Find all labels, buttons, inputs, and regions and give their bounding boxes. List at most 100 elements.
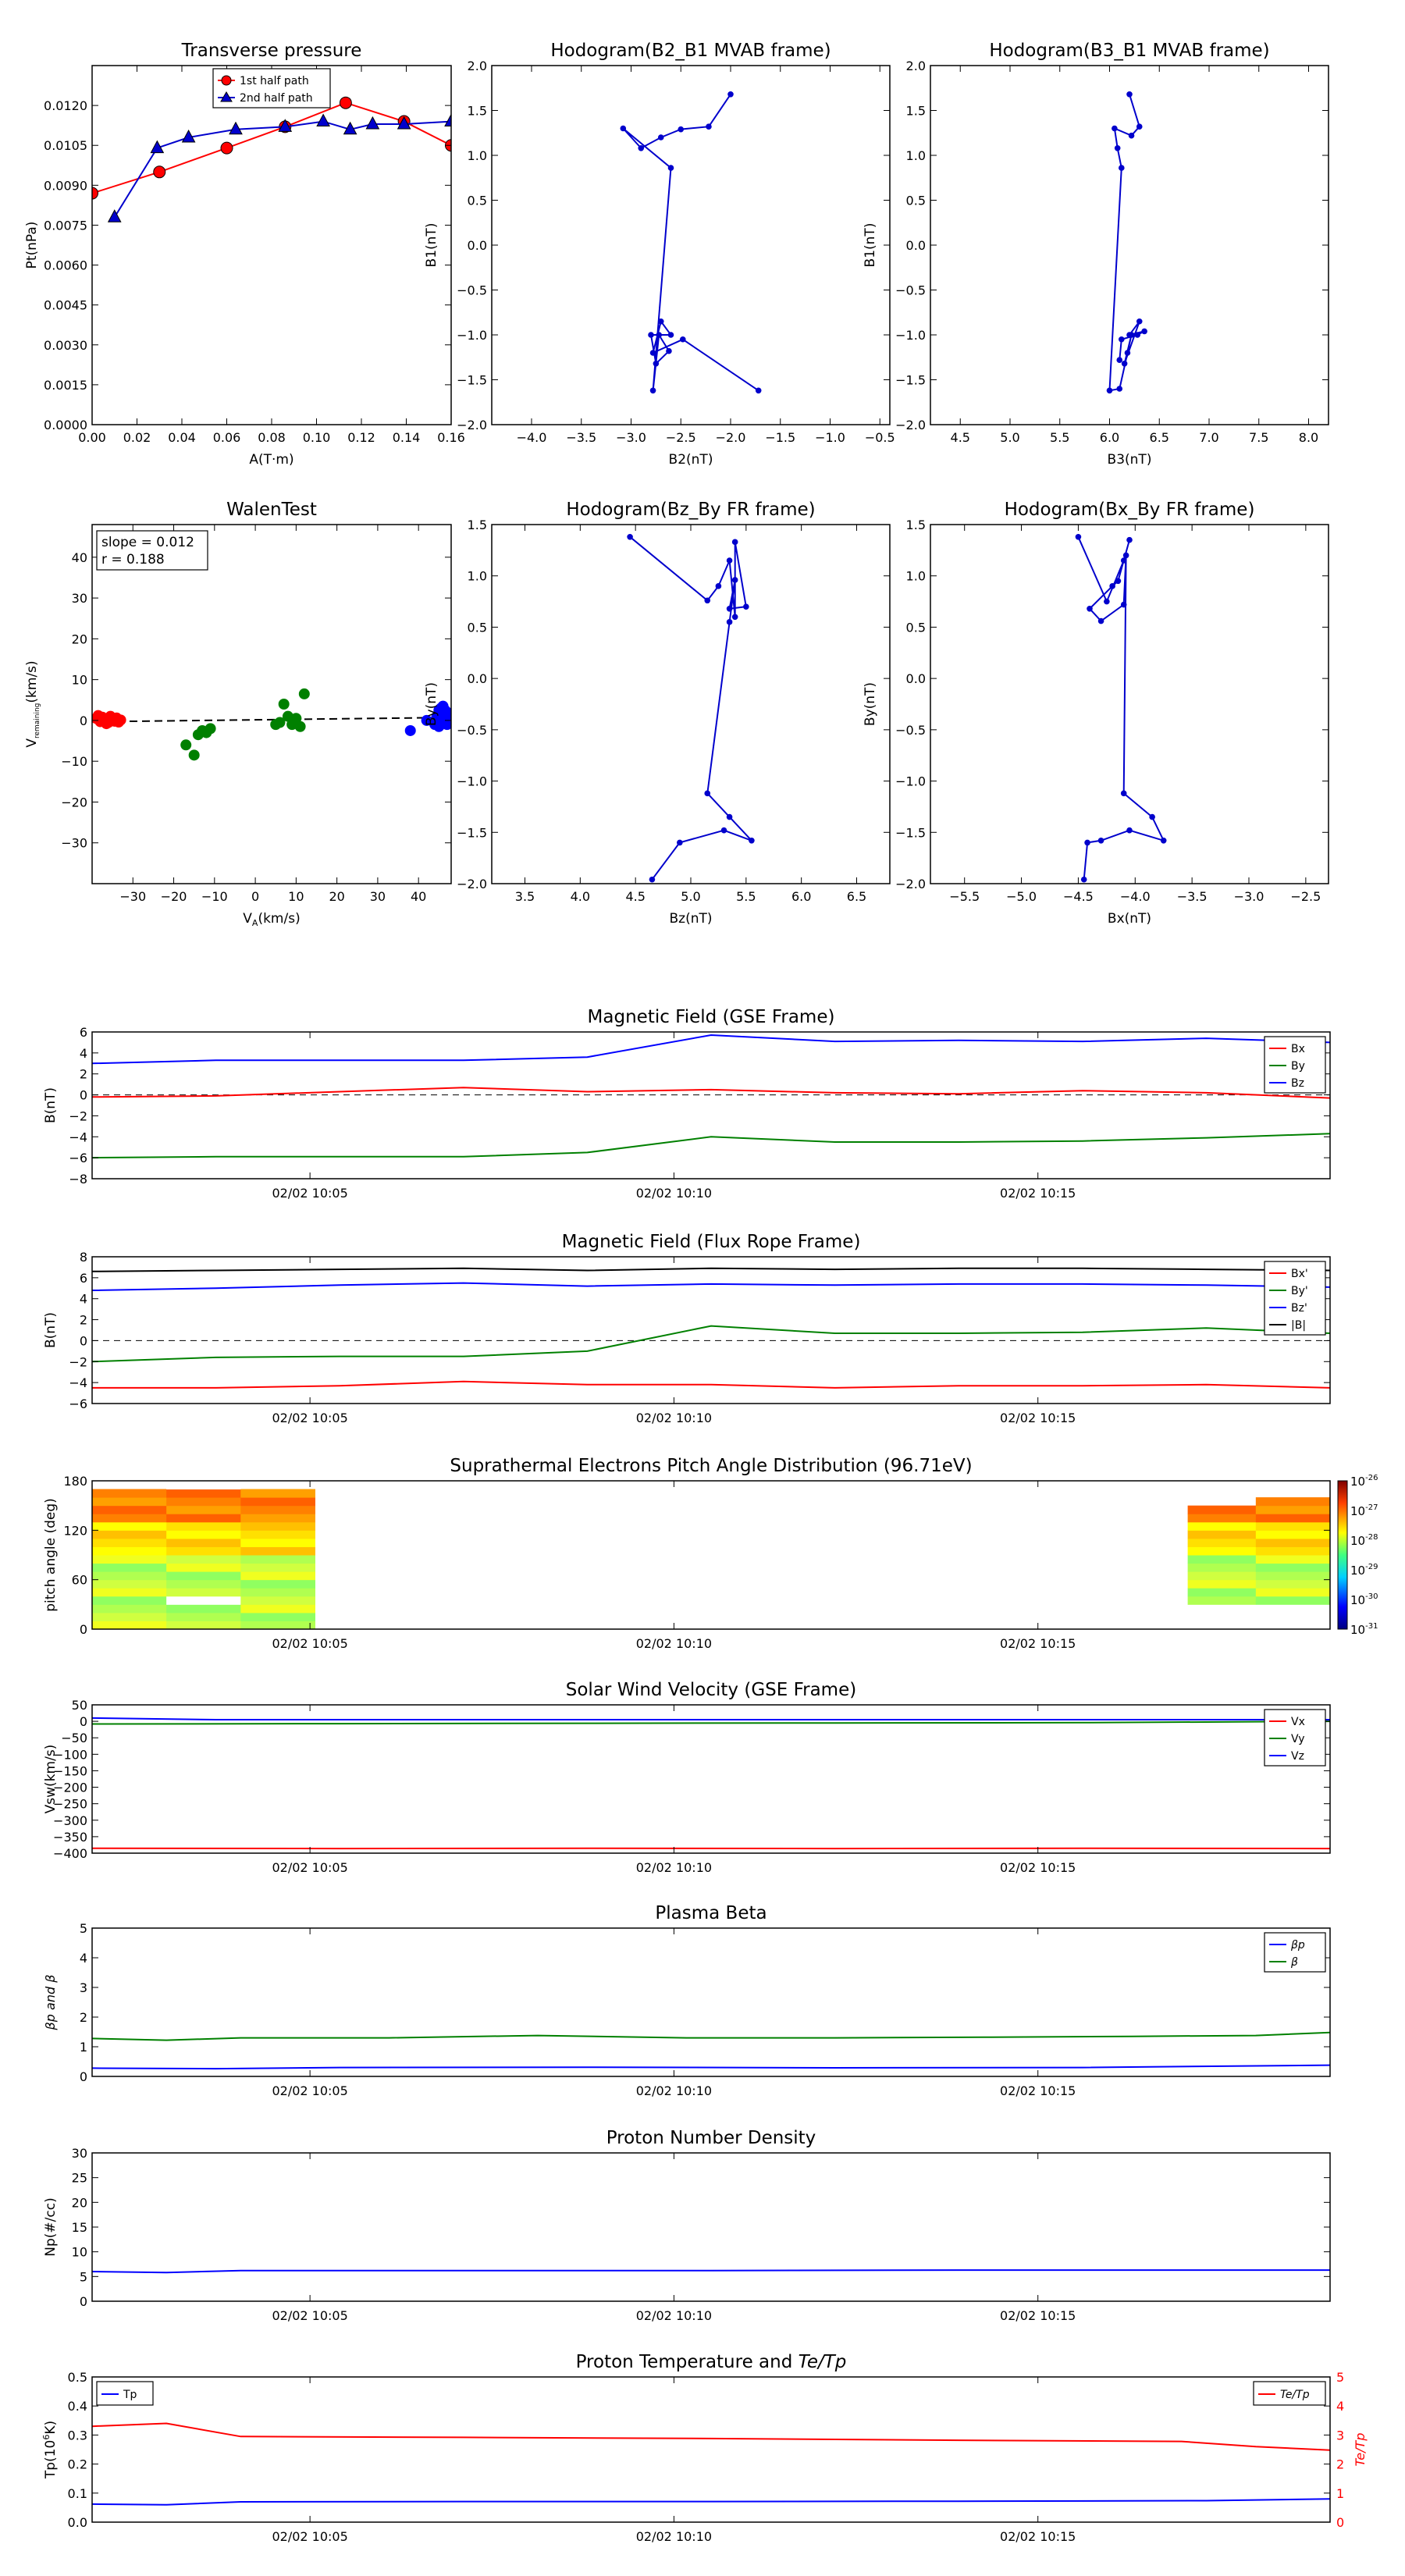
scatter-point: [205, 723, 216, 735]
x-tick-label: −3.0: [616, 430, 646, 445]
heatmap-cell: [1255, 1563, 1330, 1572]
data-point: [1120, 790, 1127, 797]
chart-title-text: Proton Temperature and: [576, 2352, 799, 2372]
plot-area: [92, 2269, 1330, 2274]
data-point: [649, 876, 656, 883]
scatter-point: [298, 688, 310, 699]
legend: Vx Vy Vz: [1264, 1709, 1326, 1767]
x-tick-label: 0.02: [123, 430, 151, 445]
data-point: [229, 121, 243, 135]
data-point: [715, 583, 722, 589]
data-point: [667, 332, 674, 338]
y-tick-label: −1.0: [457, 774, 487, 789]
y-tick-label: 2.0: [468, 59, 487, 73]
plot-frame: [91, 524, 452, 884]
chart-title: Hodogram(Bx_By FR frame): [1005, 500, 1255, 520]
heatmap-cell: [240, 1563, 315, 1572]
heatmap-cell: [1255, 1538, 1330, 1547]
y-tick-label: −300: [53, 1813, 87, 1828]
y-tick-label: −2: [69, 1108, 87, 1123]
time-tick-label: 02/02 10:10: [636, 2083, 712, 2098]
y-tick-label: 5: [80, 1921, 87, 1936]
heatmap-cell: [166, 1604, 241, 1614]
heatmap-cell: [1187, 1596, 1257, 1605]
heatmap-cell: [240, 1555, 315, 1564]
y-tick-label: 6: [80, 1271, 87, 1286]
heatmap-cell: [240, 1546, 315, 1556]
x-tick-label: −1.5: [765, 430, 795, 445]
colorbar-tick-label: 10-28: [1350, 1533, 1378, 1548]
time-tick-label: 02/02 10:15: [1000, 1860, 1076, 1875]
legend: Tp: [96, 2381, 154, 2406]
data-point: [1136, 318, 1143, 325]
data-point: [743, 603, 749, 610]
x-tick-label: 0.00: [78, 430, 106, 445]
y-tick-label: 0.0120: [44, 98, 87, 113]
plot-area: [620, 91, 762, 394]
heatmap-cell: [1255, 1530, 1330, 1539]
heatmap-cell: [1255, 1521, 1330, 1531]
legend-label-4: |B|: [1291, 1319, 1306, 1332]
heatmap-cell: [1187, 1538, 1257, 1547]
y-tick-label: 1.0: [906, 569, 926, 584]
data-point: [1084, 839, 1090, 846]
series-line-TeTp: [92, 2422, 1330, 2451]
x-tick-label: 40: [411, 889, 426, 904]
heatmap-cell: [166, 1497, 241, 1507]
heatmap-cell: [92, 1579, 167, 1589]
colorbar-base: 10: [1350, 1534, 1365, 1548]
y-tick-label: 6: [80, 1025, 87, 1040]
y2-tick-label: 4: [1336, 2399, 1344, 2414]
colorbar-base: 10: [1350, 1475, 1365, 1489]
y-tick-label: 0.0090: [44, 178, 87, 193]
y-tick-label: −2.0: [895, 877, 926, 891]
y-tick-label: 0.5: [906, 194, 926, 208]
heatmap-cell: [166, 1579, 241, 1589]
heatmap-cell: [166, 1588, 241, 1597]
chart-hodo2: −2.0 −1.5 −1.0 −0.5 0.0 0.5 1.0 1.5 2.0 4.5 5.0 5.5…: [863, 41, 1329, 468]
y-tick-label: 5: [80, 2269, 87, 2284]
y-axis-label-tail: K): [43, 2421, 59, 2435]
y-axis-label: B(nT): [43, 1087, 59, 1123]
heatmap-cell: [166, 1612, 241, 1621]
colorbar-base: 10: [1350, 1504, 1365, 1518]
y-tick-label: −1.5: [457, 825, 487, 840]
y-tick-label: −6: [69, 1151, 87, 1165]
heatmap-cell: [166, 1481, 241, 1490]
colorbar: [1337, 1480, 1348, 1630]
heatmap-cell: [1187, 1571, 1257, 1581]
heatmap-cell: [166, 1489, 241, 1498]
y-tick-label: 40: [72, 550, 87, 565]
x-tick-label: 5.0: [681, 889, 700, 904]
x-tick-label: 3.5: [515, 889, 535, 904]
heatmap-cell: [1255, 1555, 1330, 1564]
y-tick-label: 0.0: [68, 2515, 87, 2530]
data-point: [1109, 583, 1115, 589]
data-point: [107, 209, 122, 222]
heatmap-cell: [1187, 1521, 1257, 1531]
data-point: [1114, 145, 1121, 151]
y-tick-label: 20: [72, 632, 87, 646]
y-tick-label: 1.5: [906, 104, 926, 119]
legend-marker: [221, 75, 232, 86]
plot-area: [1106, 91, 1147, 394]
x-tick-label: 7.0: [1199, 430, 1218, 445]
y-tick-label: 20: [72, 2195, 87, 2210]
chart-walen: −30 −20 −10 0 10 20 30 40 −30 −20 −10 0 10 20 30 40 Wale…: [24, 500, 452, 928]
y-tick-label: 1.5: [906, 518, 926, 532]
legend-label-2: β: [1290, 1956, 1298, 1969]
legend: Te/Tp: [1253, 2381, 1326, 2406]
y-tick-label: 25: [72, 2171, 87, 2186]
x-tick-label: 6.5: [847, 889, 866, 904]
heatmap-cell: [240, 1571, 315, 1581]
x-axis-label-unit: (km/s): [258, 911, 300, 927]
x-tick-label: 0.12: [347, 430, 375, 445]
x-axis-label: B2(nT): [669, 452, 713, 468]
y-tick-label: 0.0075: [44, 218, 87, 233]
x-tick-label: 30: [370, 889, 386, 904]
plot-area: [92, 2422, 1330, 2506]
y-tick-label: 0.3: [68, 2428, 87, 2443]
y-axis-label: Vsw(km/s): [43, 1745, 59, 1814]
series-line-Vz: [92, 1717, 1330, 1720]
data-point: [727, 91, 734, 98]
